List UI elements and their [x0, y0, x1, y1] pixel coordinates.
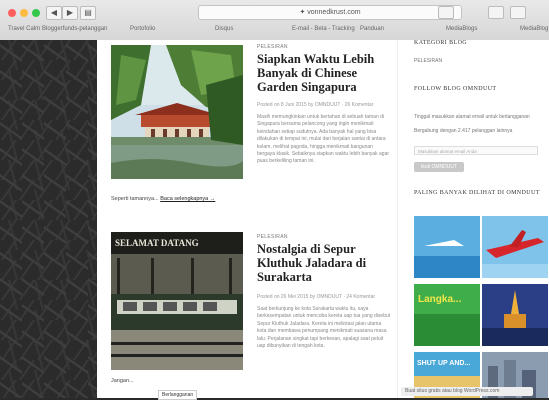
- share-icon[interactable]: [488, 6, 504, 19]
- post-meta: Posted on 8 Juni 2015 by OMNDUUT · 26 Ko…: [257, 102, 374, 108]
- tile-temple-night-image: [482, 284, 548, 346]
- follow-subscriber-count: Bergabung dengan 2.417 pelanggan lainnya: [414, 128, 513, 134]
- bookmark-item[interactable]: Panduan: [360, 26, 384, 32]
- read-more-line: Jangan...: [111, 378, 134, 384]
- post-card: PELESIRAN Siapkan Waktu Lebih Banyak di …: [111, 40, 389, 228]
- minimize-window-icon[interactable]: [20, 9, 28, 17]
- tile-label: Langka...: [418, 294, 462, 305]
- tile-label: SHUT UP AND...: [417, 360, 470, 367]
- sidebar-widget-title: KATEGORI BLOG: [414, 40, 468, 46]
- follow-widget-title: FOLLOW BLOG OMNDUUT: [414, 86, 497, 92]
- sidebar-toggle-icon[interactable]: ▤: [80, 6, 96, 20]
- popular-post-tile[interactable]: Langka...: [414, 284, 480, 346]
- popular-post-tile[interactable]: [414, 216, 480, 278]
- post-title[interactable]: Nostalgia di Sepur Kluthuk Jaladara di S…: [257, 242, 391, 284]
- bookmark-item[interactable]: Travel Calm: [8, 26, 40, 32]
- popular-post-tile[interactable]: [482, 216, 548, 278]
- popular-widget-title: PALING BANYAK DILIHAT DI OMNDUUT: [414, 190, 540, 196]
- address-bar[interactable]: ✦ vonnedkrust.com: [198, 5, 462, 20]
- close-window-icon[interactable]: [8, 9, 16, 17]
- post-thumbnail-chinese-garden[interactable]: [111, 45, 243, 179]
- forward-icon[interactable]: ▶: [62, 6, 78, 20]
- read-more-link[interactable]: Baca selengkapnya →: [160, 196, 215, 202]
- main-content: PELESIRAN Siapkan Waktu Lebih Banyak di …: [97, 40, 397, 398]
- reload-icon[interactable]: [438, 6, 454, 19]
- bookmark-item[interactable]: MediaBlog: [520, 26, 548, 32]
- read-more-prefix: Jangan...: [111, 378, 134, 384]
- subscribe-popup[interactable]: Berlangganan: [158, 390, 198, 400]
- post-meta: Posted on 26 Mei 2015 by OMNDUUT · 24 Ko…: [257, 294, 376, 300]
- tile-sky-image: [414, 216, 480, 278]
- post-category[interactable]: PELESIRAN: [257, 234, 288, 240]
- bookmarks-bar: Travel Calm Bloggerfunds-pelanggan Porto…: [0, 23, 549, 37]
- popular-post-tile[interactable]: [482, 284, 548, 346]
- background-pattern: [0, 40, 97, 398]
- post-title[interactable]: Siapkan Waktu Lebih Banyak di Chinese Ga…: [257, 52, 391, 94]
- bookmark-item[interactable]: MediaBlogs: [446, 26, 477, 32]
- email-field[interactable]: Masukkan alamat email Anda: [414, 146, 538, 155]
- train-photo: SELAMAT DATANG: [111, 232, 243, 370]
- tile-airplane-image: [482, 216, 548, 278]
- garden-photo: [111, 45, 243, 179]
- bookmark-item[interactable]: Portofolio: [130, 26, 155, 32]
- sidebar-category-link[interactable]: PELESIRAN: [414, 58, 538, 64]
- back-icon[interactable]: ◀: [46, 6, 62, 20]
- post-thumbnail-sepur-kluthuk[interactable]: SELAMAT DATANG: [111, 232, 243, 370]
- post-excerpt: Masih memungkinkan untuk bertahan di seb…: [257, 114, 390, 165]
- tabs-icon[interactable]: [510, 6, 526, 19]
- sidebar: KATEGORI BLOG PELESIRAN FOLLOW BLOG OMND…: [397, 40, 549, 398]
- svg-text:SELAMAT DATANG: SELAMAT DATANG: [115, 238, 199, 248]
- bookmark-item[interactable]: Bloggerfunds-pelanggan: [42, 26, 107, 32]
- status-bar: Buat situs gratis atau blog WordPress.co…: [401, 387, 533, 396]
- tile-langka-image: Langka...: [414, 284, 480, 346]
- bookmark-item[interactable]: E-mail - Beta - Tracking: [292, 26, 355, 32]
- read-more-line: Seperti tamannya... Baca selengkapnya →: [111, 196, 215, 202]
- bookmark-item[interactable]: Disqus: [215, 26, 233, 32]
- zoom-window-icon[interactable]: [32, 9, 40, 17]
- post-excerpt: Saat berkunjung ke kota Surakarta waktu …: [257, 306, 391, 350]
- read-more-prefix: Seperti tamannya...: [111, 196, 159, 202]
- post-card: SELAMAT DATANG PELESIRAN Nostalgia di Se…: [111, 228, 391, 398]
- address-text: ✦ vonnedkrust.com: [299, 9, 361, 16]
- follow-button[interactable]: Ikuti OMNDUUT: [414, 162, 464, 172]
- browser-toolbar: ◀ ▶ ▤ ✦ vonnedkrust.com Travel Calm Blog…: [0, 0, 549, 41]
- post-category[interactable]: PELESIRAN: [257, 44, 288, 50]
- follow-description: Tinggal masukkan alamat email untuk berl…: [414, 114, 530, 120]
